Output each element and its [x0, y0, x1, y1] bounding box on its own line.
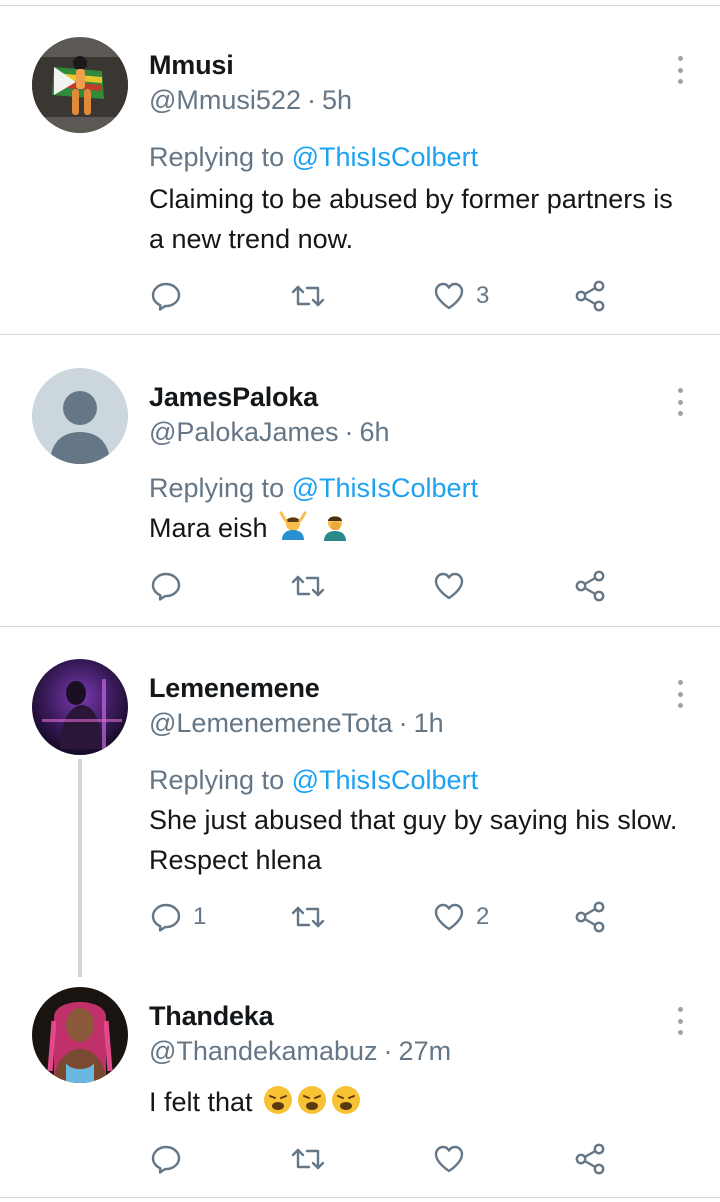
- like-count: 2: [476, 903, 490, 930]
- more-vertical-icon[interactable]: [668, 1003, 692, 1039]
- thread-connector: [78, 759, 82, 977]
- like-button[interactable]: [432, 566, 476, 606]
- user-handle[interactable]: @Mmusi522: [149, 85, 301, 115]
- retweet-button[interactable]: [289, 276, 337, 316]
- retweet-icon: [289, 279, 327, 313]
- user-handle[interactable]: @LemenemeneTota: [149, 708, 393, 738]
- replying-to-label: Replying to: [149, 473, 285, 503]
- reply-icon: [149, 569, 183, 603]
- tweet-lemenemene[interactable]: Lemenemene @LemenemeneTota · 1h Replying t…: [0, 627, 720, 977]
- handle-and-time: @LemenemeneTota · 1h: [149, 708, 444, 739]
- retweet-icon: [289, 1142, 327, 1176]
- reply-button[interactable]: 1: [149, 897, 206, 937]
- avatar-default[interactable]: [32, 368, 128, 464]
- retweet-icon: [289, 900, 327, 934]
- retweet-button[interactable]: [289, 897, 337, 937]
- share-icon: [573, 1142, 607, 1176]
- like-button[interactable]: 3: [432, 276, 489, 316]
- avatar[interactable]: [32, 659, 128, 755]
- like-count: 3: [476, 282, 490, 309]
- reply-icon: [149, 279, 183, 313]
- avatar[interactable]: [32, 987, 128, 1083]
- replying-to: Replying to @ThisIsColbert: [149, 142, 478, 173]
- display-name[interactable]: Mmusi: [149, 50, 234, 81]
- retweet-button[interactable]: [289, 566, 337, 606]
- heart-icon: [432, 279, 466, 313]
- share-icon: [573, 279, 607, 313]
- reply-count: 1: [193, 903, 207, 930]
- action-bar: [149, 1139, 629, 1179]
- divider-bottom: [0, 1197, 720, 1198]
- reply-button[interactable]: [149, 276, 193, 316]
- tweet-mmusi[interactable]: Mmusi @Mmusi522 · 5h Replying to @ThisIsCo…: [0, 0, 720, 334]
- reply-button[interactable]: [149, 1139, 193, 1179]
- display-name[interactable]: Thandeka: [149, 1001, 274, 1032]
- avatar[interactable]: [32, 37, 128, 133]
- action-bar: 3: [149, 276, 629, 316]
- display-name[interactable]: JamesPaloka: [149, 382, 318, 413]
- weary-face-emoji: [296, 1084, 328, 1116]
- meta-separator: ·: [398, 708, 408, 738]
- user-handle[interactable]: @PalokaJames: [149, 417, 339, 447]
- handle-and-time: @Thandekamabuz · 27m: [149, 1036, 451, 1067]
- share-button[interactable]: [573, 897, 607, 937]
- weary-face-emoji: [330, 1084, 362, 1116]
- tweet-text-line: Mara eish: [149, 508, 689, 548]
- heart-icon: [432, 569, 466, 603]
- replying-to-handle[interactable]: @ThisIsColbert: [292, 142, 478, 172]
- retweet-button[interactable]: [289, 1139, 337, 1179]
- share-icon: [573, 900, 607, 934]
- handle-and-time: @Mmusi522 · 5h: [149, 85, 352, 116]
- like-button[interactable]: [432, 1139, 476, 1179]
- like-button[interactable]: 2: [432, 897, 489, 937]
- handle-and-time: @PalokaJames · 6h: [149, 417, 390, 448]
- retweet-icon: [289, 569, 327, 603]
- replying-to-label: Replying to: [149, 142, 285, 172]
- tweet-text: Claiming to be abused by former partners…: [149, 184, 673, 254]
- more-vertical-icon[interactable]: [668, 52, 692, 88]
- reply-button[interactable]: [149, 566, 193, 606]
- replying-to-label: Replying to: [149, 765, 285, 795]
- replying-to-handle[interactable]: @ThisIsColbert: [292, 473, 478, 503]
- replying-to: Replying to @ThisIsColbert: [149, 473, 478, 504]
- action-bar: [149, 566, 629, 606]
- meta-separator: ·: [344, 417, 354, 447]
- replying-to-handle[interactable]: @ThisIsColbert: [292, 765, 478, 795]
- tweet-text-line: I felt that: [149, 1082, 689, 1122]
- replying-to: Replying to @ThisIsColbert: [149, 765, 478, 796]
- share-icon: [573, 569, 607, 603]
- tweet-text: Mara eish: [149, 513, 268, 543]
- timestamp[interactable]: 1h: [414, 708, 444, 738]
- tweet-jamespaloka[interactable]: JamesPaloka @PalokaJames · 6h Replying to …: [0, 335, 720, 626]
- meta-separator: ·: [306, 85, 316, 115]
- user-handle[interactable]: @Thandekamabuz: [149, 1036, 378, 1066]
- reply-icon: [149, 1142, 183, 1176]
- share-button[interactable]: [573, 276, 607, 316]
- man-facepalming-emoji: [319, 510, 351, 542]
- timestamp[interactable]: 6h: [360, 417, 390, 447]
- tweet-thandeka[interactable]: Thandeka @Thandekamabuz · 27m I felt that: [0, 972, 720, 1197]
- weary-face-emoji: [262, 1084, 294, 1116]
- tweet-text: I felt that: [149, 1087, 253, 1117]
- meta-separator: ·: [383, 1036, 393, 1066]
- share-button[interactable]: [573, 566, 607, 606]
- action-bar: 1 2: [149, 897, 629, 937]
- heart-icon: [432, 900, 466, 934]
- timestamp[interactable]: 27m: [399, 1036, 452, 1066]
- share-button[interactable]: [573, 1139, 607, 1179]
- display-name[interactable]: Lemenemene: [149, 673, 320, 704]
- tweet-text: She just abused that guy by saying his s…: [149, 805, 678, 875]
- reply-icon: [149, 900, 183, 934]
- timestamp[interactable]: 5h: [322, 85, 352, 115]
- more-vertical-icon[interactable]: [668, 384, 692, 420]
- heart-icon: [432, 1142, 466, 1176]
- person-gesturing-ok-emoji: [277, 510, 309, 542]
- more-vertical-icon[interactable]: [668, 676, 692, 712]
